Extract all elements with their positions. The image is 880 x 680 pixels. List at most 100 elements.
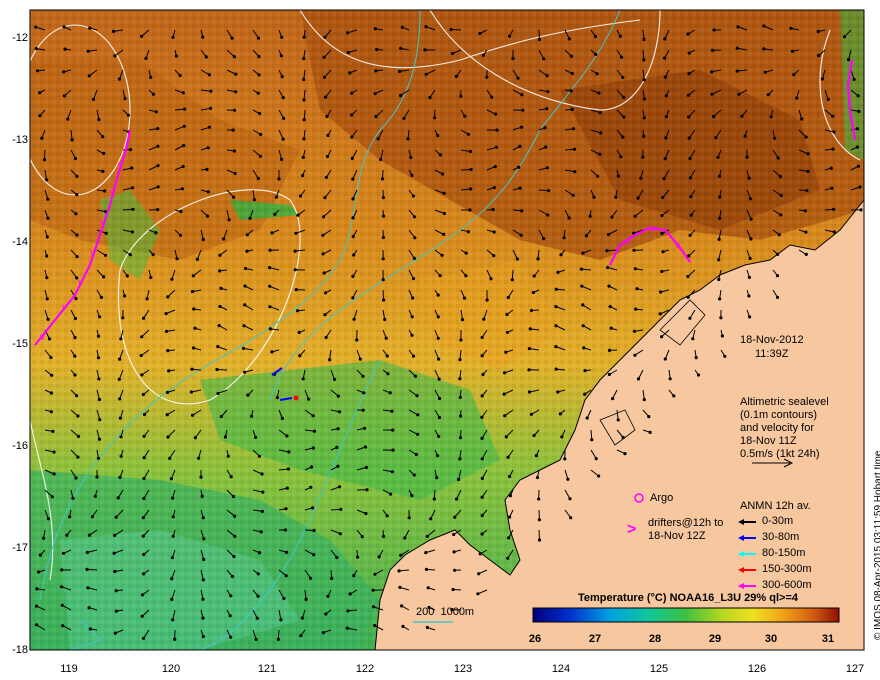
velocity-arrow-head	[285, 486, 289, 490]
velocity-arrow-head	[688, 176, 693, 180]
velocity-arrow-head	[411, 194, 415, 198]
velocity-arrow-head	[609, 326, 613, 330]
velocity-arrow-head	[462, 296, 467, 300]
velocity-arrow-head	[537, 497, 541, 501]
velocity-arrow-head	[91, 97, 96, 101]
x-tick: 127	[845, 663, 865, 675]
velocity-arrow-head	[736, 25, 740, 29]
colorbar-tick: 28	[648, 633, 662, 645]
velocity-arrow-head	[293, 249, 297, 253]
velocity-arrow-head	[45, 254, 49, 258]
velocity-arrow-head	[610, 215, 614, 219]
velocity-arrow-head	[51, 429, 55, 433]
velocity-arrow-head	[241, 346, 246, 350]
velocity-arrow-head	[60, 603, 64, 607]
velocity-arrow-head	[769, 115, 773, 119]
velocity-arrow-head	[299, 634, 303, 638]
velocity-arrow-head	[659, 290, 663, 294]
velocity-arrow-head	[598, 152, 602, 156]
velocity-arrow-head	[449, 27, 453, 32]
velocity-arrow-head	[689, 213, 693, 217]
velocity-arrow-head	[846, 58, 851, 62]
velocity-arrow-head	[740, 114, 744, 118]
velocity-arrow-head	[85, 567, 89, 572]
velocity-arrow-head	[829, 166, 833, 170]
velocity-arrow-head	[663, 56, 667, 60]
velocity-arrow-head	[285, 434, 289, 438]
velocity-arrow-head	[46, 517, 51, 521]
velocity-arrow-head	[414, 452, 418, 457]
velocity-arrow-head	[425, 534, 429, 539]
velocity-arrow-head	[546, 213, 550, 217]
velocity-arrow-head	[607, 372, 612, 377]
velocity-arrow-head	[182, 143, 186, 148]
velocity-arrow-head	[442, 211, 446, 216]
velocity-arrow-head	[336, 464, 340, 468]
velocity-arrow-head	[412, 473, 416, 477]
velocity-arrow-head	[505, 330, 510, 334]
velocity-arrow-head	[192, 307, 196, 311]
velocity-arrow-head	[216, 345, 220, 349]
velocity-arrow-head	[691, 337, 695, 341]
velocity-arrow-head	[642, 398, 646, 402]
velocity-arrow-head	[311, 446, 315, 450]
velocity-arrow-head	[191, 274, 195, 278]
velocity-arrow-head	[76, 455, 80, 459]
velocity-arrow-head	[458, 377, 462, 381]
velocity-arrow-head	[35, 587, 39, 591]
velocity-arrow-head	[480, 457, 484, 461]
velocity-arrow-head	[50, 373, 54, 377]
velocity-arrow-head	[663, 357, 667, 361]
velocity-arrow-head	[642, 134, 646, 138]
velocity-arrow-head	[351, 177, 355, 181]
velocity-arrow-head	[381, 278, 385, 282]
velocity-arrow-head	[259, 132, 263, 136]
altimetry-note-line: 18-Nov 11Z	[740, 435, 797, 447]
velocity-arrow-head	[606, 265, 610, 270]
velocity-arrow-head	[335, 445, 339, 449]
velocity-arrow-head	[229, 635, 233, 639]
velocity-arrow-head	[458, 436, 463, 440]
velocity-arrow-head	[571, 193, 575, 197]
velocity-arrow-head	[858, 185, 862, 189]
velocity-arrow-head	[466, 230, 470, 234]
velocity-arrow-head	[309, 465, 314, 469]
velocity-arrow-head	[42, 536, 46, 540]
velocity-arrow-head	[520, 93, 524, 97]
velocity-arrow-head	[118, 357, 122, 361]
velocity-arrow-head	[337, 410, 342, 414]
velocity-arrow-head	[300, 616, 304, 620]
velocity-arrow-head	[261, 490, 265, 494]
velocity-arrow-head	[406, 137, 410, 141]
velocity-arrow-head	[205, 167, 209, 171]
velocity-arrow-head	[480, 532, 484, 536]
x-tick: 122	[355, 663, 375, 675]
velocity-arrow-head	[546, 90, 550, 94]
velocity-arrow-head	[130, 186, 135, 190]
velocity-arrow-head	[776, 252, 780, 256]
velocity-arrow-head	[687, 115, 691, 119]
velocity-arrow-head	[573, 170, 577, 174]
velocity-arrow-head	[141, 534, 145, 538]
velocity-arrow-head	[608, 305, 612, 309]
velocity-arrow-head	[232, 55, 236, 59]
velocity-arrow-head	[87, 74, 91, 78]
velocity-arrow-head	[416, 432, 420, 436]
velocity-arrow-head	[113, 569, 117, 574]
velocity-arrow-head	[304, 597, 308, 602]
velocity-arrow-head	[453, 515, 457, 519]
velocity-arrow-head	[409, 155, 413, 160]
velocity-arrow-head	[123, 97, 127, 101]
velocity-arrow-head	[689, 195, 693, 199]
velocity-arrow-head	[46, 197, 50, 201]
velocity-arrow-head	[686, 93, 691, 97]
velocity-arrow-head	[103, 189, 107, 193]
velocity-arrow-head	[504, 350, 508, 354]
velocity-arrow-head	[399, 93, 403, 98]
velocity-arrow-head	[281, 137, 285, 141]
velocity-arrow-head	[312, 429, 317, 433]
velocity-arrow-head	[749, 237, 753, 241]
velocity-arrow-head	[668, 377, 672, 381]
velocity-arrow-head	[660, 214, 664, 218]
velocity-arrow-head	[99, 295, 103, 299]
